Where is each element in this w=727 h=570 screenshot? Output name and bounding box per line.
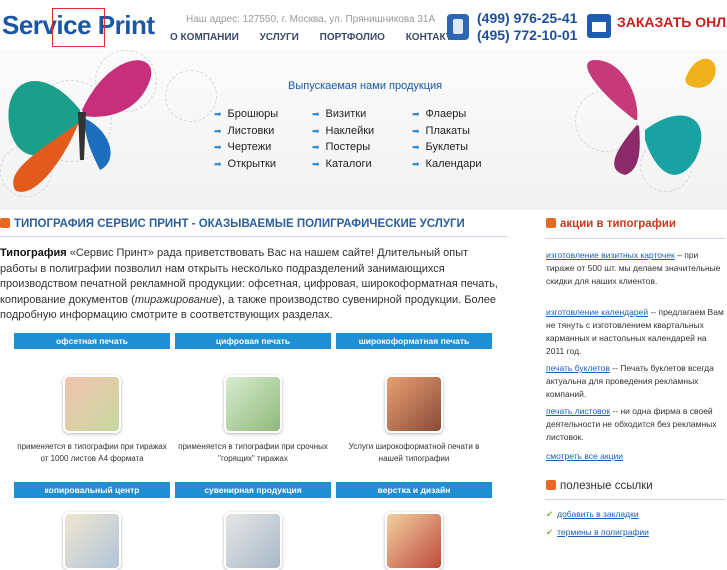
product-link[interactable]: Буклеты bbox=[412, 139, 481, 156]
product-link[interactable]: Брошюры bbox=[214, 106, 279, 123]
promo-item: изготовление календарей -- предлагаем Ва… bbox=[546, 306, 724, 358]
main-nav: О КОМПАНИИ УСЛУГИ ПОРТФОЛИО КОНТАКТЫ bbox=[170, 32, 480, 43]
promo-item: изготовление визитных карточек – при тир… bbox=[546, 249, 724, 288]
section-title: ТИПОГРАФИЯ СЕРВИС ПРИНТ - ОКАЗЫВАЕМЫЕ ПО… bbox=[0, 218, 506, 230]
all-promos-link[interactable]: смотреть все акции bbox=[546, 451, 623, 461]
rss-icon bbox=[546, 480, 556, 490]
house-icon bbox=[587, 14, 611, 38]
check-icon: ✔ bbox=[546, 509, 554, 519]
useful-link-item: ✔ термины в полиграфии bbox=[546, 526, 724, 539]
links-title: полезные ссылки bbox=[546, 480, 653, 492]
promo-link[interactable]: изготовление календарей bbox=[546, 307, 648, 317]
check-icon: ✔ bbox=[546, 527, 554, 537]
products-col-3: Флаеры Плакаты Буклеты Календари bbox=[412, 106, 482, 173]
promo-item: печать буклетов -- Печать буклетов всегд… bbox=[546, 362, 724, 401]
product-link[interactable]: Визитки bbox=[312, 106, 374, 123]
address: Наш адрес: 127550, г. Москва, ул. Пряниш… bbox=[186, 14, 436, 25]
product-link[interactable]: Постеры bbox=[312, 139, 374, 156]
product-link[interactable]: Флаеры bbox=[412, 106, 481, 123]
intro-text: Типография «Сервис Принт» рада приветств… bbox=[0, 246, 506, 324]
promo-link[interactable]: печать буклетов bbox=[546, 363, 610, 373]
butterfly-right-icon bbox=[587, 58, 716, 175]
category-souvenirs[interactable]: сувенирная продукция bbox=[175, 482, 331, 498]
product-link[interactable]: Листовки bbox=[214, 123, 278, 140]
rss-icon bbox=[0, 218, 10, 228]
wide-format-image[interactable] bbox=[385, 375, 443, 433]
phone-2: (495) 772-10-01 bbox=[477, 27, 578, 43]
category-offset[interactable]: офсетная печать bbox=[14, 333, 170, 349]
links-title-text: полезные ссылки bbox=[560, 480, 653, 492]
digital-image[interactable] bbox=[224, 375, 282, 433]
category-copy-center[interactable]: копировальный центр bbox=[14, 482, 170, 498]
intro-bold: Типография bbox=[0, 247, 67, 259]
order-online-button[interactable]: ЗАКАЗАТЬ ОНЛАЙН bbox=[617, 14, 727, 30]
copy-center-image[interactable] bbox=[63, 512, 121, 570]
logo-print: Print bbox=[97, 10, 155, 40]
all-promos: смотреть все акции bbox=[546, 450, 724, 463]
product-link[interactable]: Открытки bbox=[214, 156, 278, 173]
useful-link-item: ✔ добавить в закладки bbox=[546, 508, 724, 521]
product-link[interactable]: Наклейки bbox=[312, 123, 375, 140]
promo-link[interactable]: изготовление визитных карточек bbox=[546, 250, 675, 260]
phone-icon bbox=[447, 14, 469, 40]
promo-title-text: акции в типографии bbox=[560, 218, 676, 230]
promo-link[interactable]: печать листовок bbox=[546, 406, 610, 416]
nav-portfolio[interactable]: ПОРТФОЛИО bbox=[320, 32, 385, 43]
products-col-2: Визитки Наклейки Постеры Каталоги bbox=[312, 106, 375, 173]
offset-description: применяется в типографии при тиражах от … bbox=[17, 442, 167, 463]
divider bbox=[545, 238, 725, 239]
layout-design-image[interactable] bbox=[385, 512, 443, 570]
product-link[interactable]: Календари bbox=[412, 156, 482, 173]
divider bbox=[0, 236, 508, 237]
products-col-1: Брошюры Листовки Чертежи Открытки bbox=[214, 106, 279, 173]
phone-1: (499) 976-25-41 bbox=[477, 10, 578, 26]
promo-item: печать листовок -- ни одна фирма в своей… bbox=[546, 405, 724, 444]
category-layout-design[interactable]: верстка и дизайн bbox=[336, 482, 492, 498]
souvenirs-image[interactable] bbox=[224, 512, 282, 570]
category-wide-format[interactable]: широкоформатная печать bbox=[336, 333, 492, 349]
useful-link[interactable]: термины в полиграфии bbox=[557, 527, 649, 537]
products-banner: Выпускаемая нами продукция Брошюры Листо… bbox=[0, 50, 727, 210]
product-link[interactable]: Чертежи bbox=[214, 139, 278, 156]
category-digital[interactable]: цифровая печать bbox=[175, 333, 331, 349]
intro-em: тиражирование bbox=[134, 293, 219, 306]
phones: (499) 976-25-41 (495) 772-10-01 bbox=[477, 10, 577, 44]
offset-image[interactable] bbox=[63, 375, 121, 433]
section-title-text: ТИПОГРАФИЯ СЕРВИС ПРИНТ - ОКАЗЫВАЕМЫЕ ПО… bbox=[14, 218, 465, 230]
nav-about[interactable]: О КОМПАНИИ bbox=[170, 32, 239, 43]
digital-description: применяется в типографии при срочных "го… bbox=[178, 442, 328, 463]
useful-link[interactable]: добавить в закладки bbox=[557, 509, 638, 519]
wide-format-description: Услуги широкоформатной печати в нашей ти… bbox=[348, 442, 480, 463]
promo-title: акции в типографии bbox=[546, 218, 676, 230]
butterfly-left-icon bbox=[8, 60, 152, 192]
divider bbox=[545, 499, 725, 500]
product-link[interactable]: Каталоги bbox=[312, 156, 374, 173]
product-link[interactable]: Плакаты bbox=[412, 123, 481, 140]
logo-frame bbox=[52, 8, 105, 47]
products-title: Выпускаемая нами продукция bbox=[288, 80, 443, 92]
nav-services[interactable]: УСЛУГИ bbox=[260, 32, 299, 43]
rss-icon bbox=[546, 218, 556, 228]
